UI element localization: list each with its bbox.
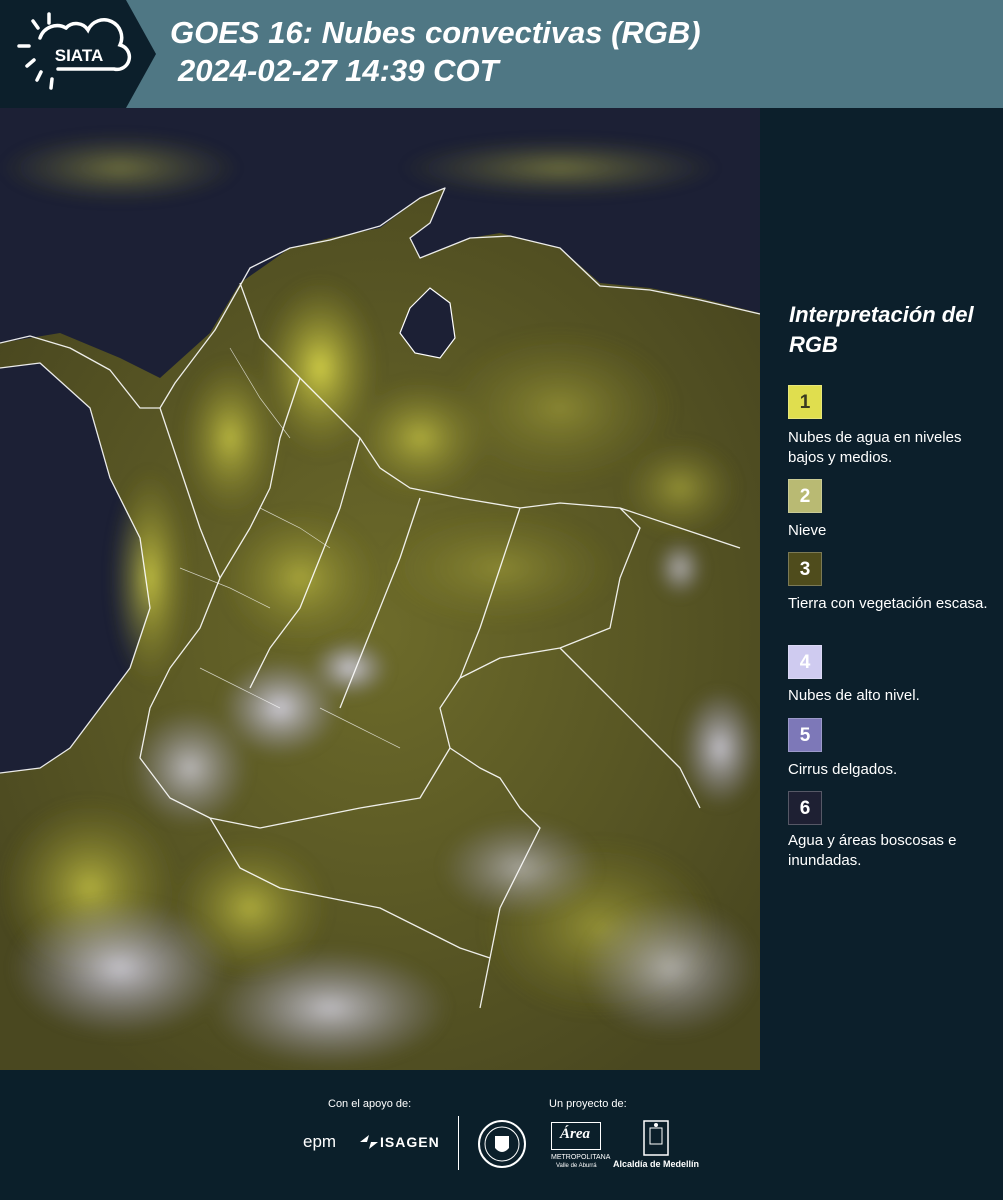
area-metropolitana-sub2: Valle de Aburrá xyxy=(556,1163,597,1169)
area-metropolitana-logo: Área xyxy=(560,1126,590,1142)
header-bar: SIATA GOES 16: Nubes convectivas (RGB) 2… xyxy=(0,0,1003,108)
alcaldia-shield-icon xyxy=(643,1120,669,1156)
isagen-logo-icon xyxy=(360,1135,378,1149)
legend-label-6: Agua y áreas boscosas e inundadas. xyxy=(788,832,957,869)
legend-swatch-2: 2 xyxy=(788,479,822,513)
title-timestamp: 2024-02-27 14:39 COT xyxy=(178,53,499,88)
legend-label-5: Cirrus delgados. xyxy=(788,761,898,778)
legend-label-3: Tierra con vegetación escasa. xyxy=(788,595,988,612)
legend-label-1: Nubes de agua en niveles bajos y medios. xyxy=(788,429,962,466)
legend-swatch-5: 5 xyxy=(788,718,822,752)
footer: Con el apoyo de: Un proyecto de: epm ISA… xyxy=(0,1070,1003,1200)
legend-title: Interpretación del RGB xyxy=(789,302,974,357)
epm-logo: epm xyxy=(303,1132,337,1151)
legend-swatch-1: 1 xyxy=(788,385,822,419)
legend-swatch-6: 6 xyxy=(788,791,822,825)
legend-label-4: Nubes de alto nivel. xyxy=(788,687,920,704)
logo-text: SIATA xyxy=(55,46,103,65)
project-caption: Un proyecto de: xyxy=(549,1098,627,1110)
title-product: GOES 16: Nubes convectivas (RGB) xyxy=(170,15,701,50)
siata-logo: SIATA xyxy=(0,0,156,108)
alcaldia-logo: Alcaldía de Medellín xyxy=(613,1159,700,1169)
satellite-map-image xyxy=(0,108,761,1070)
footer-divider xyxy=(458,1116,459,1170)
isagen-logo: ISAGEN xyxy=(380,1134,440,1150)
medellin-seal-icon xyxy=(478,1120,526,1168)
area-metropolitana-sub: METROPOLITANA xyxy=(551,1154,611,1161)
legend-swatch-3: 3 xyxy=(788,552,822,586)
support-caption: Con el apoyo de: xyxy=(328,1098,412,1110)
satellite-map[interactable] xyxy=(0,108,761,1070)
legend-label-2: Nieve xyxy=(788,522,827,539)
legend-panel: Interpretación del RGB 1 Nubes de agua e… xyxy=(760,108,1003,1070)
page-title: GOES 16: Nubes convectivas (RGB) 2024-02… xyxy=(170,14,701,90)
legend-swatch-4: 4 xyxy=(788,645,822,679)
